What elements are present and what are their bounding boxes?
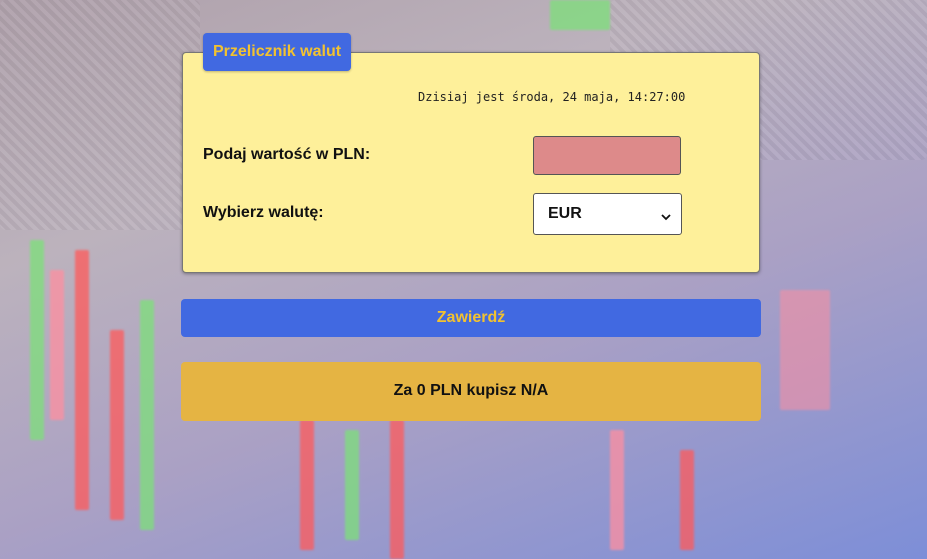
submit-button[interactable]: Zawierdź <box>181 299 761 337</box>
current-datetime: Dzisiaj jest środa, 24 maja, 14:27:00 <box>418 90 686 104</box>
banknote-decoration <box>0 0 200 230</box>
chart-candle-decoration <box>680 450 694 550</box>
currency-label: Wybierz walutę: <box>203 204 324 221</box>
conversion-result: Za 0 PLN kupisz N/A <box>181 362 761 421</box>
chart-candle-decoration <box>50 270 64 420</box>
chart-candle-decoration <box>140 300 154 530</box>
chart-candle-decoration <box>30 240 44 440</box>
pln-amount-input[interactable] <box>533 136 681 175</box>
chart-candle-decoration <box>780 290 830 410</box>
currency-selected-value: EUR <box>548 205 582 222</box>
currency-select[interactable]: EUR <box>533 193 682 235</box>
chart-candle-decoration <box>110 330 124 520</box>
chart-candle-decoration <box>610 430 624 550</box>
panel-title: Przelicznik walut <box>203 33 352 71</box>
chart-candle-decoration <box>75 250 89 510</box>
chart-candle-decoration <box>390 420 404 559</box>
chevron-down-icon <box>661 209 671 221</box>
chart-candle-decoration <box>345 430 359 540</box>
pln-amount-label: Podaj wartość w PLN: <box>203 146 371 163</box>
chart-candle-decoration <box>550 0 610 30</box>
chart-candle-decoration <box>300 420 314 550</box>
